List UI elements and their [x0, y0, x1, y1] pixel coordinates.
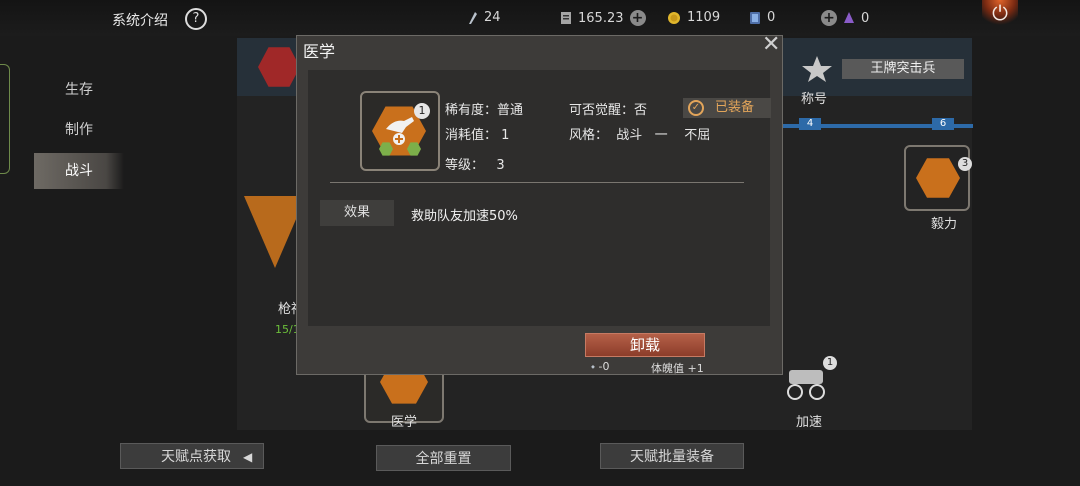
ticket-icon	[561, 12, 571, 24]
divider	[330, 182, 744, 183]
bullet-icon: ⬩	[591, 360, 595, 373]
effect-text: 救助队友加速50%	[411, 209, 518, 224]
willpower-level: 3	[958, 157, 972, 171]
rarity-attr: 稀有度：普通	[445, 103, 524, 118]
item-frame: 1	[360, 91, 440, 171]
willpower-icon	[916, 158, 960, 198]
talent-points-button[interactable]: 天赋点获取 ◀	[120, 443, 264, 469]
menu-bracket	[0, 64, 10, 174]
accelerate-node[interactable]: 1	[781, 356, 837, 406]
unload-button[interactable]: 卸载	[585, 333, 705, 357]
title-value[interactable]: 王牌突击兵	[842, 59, 964, 79]
ticket-resource: 165.23 +	[560, 10, 646, 26]
level-attr: 等级： 3	[445, 158, 505, 173]
accelerate-label: 加速	[796, 415, 823, 430]
willpower-node[interactable]: 3	[904, 145, 972, 211]
triangle-left-icon: ◀	[243, 450, 253, 464]
bullet-cost-value: -0	[598, 360, 610, 373]
crystal-icon	[844, 12, 854, 23]
willpower-label: 毅力	[931, 217, 958, 232]
bullet-cost: ⬩ -0	[591, 360, 609, 374]
system-intro-title[interactable]: 系统介绍	[112, 10, 168, 30]
crystal-count: 0	[861, 10, 870, 26]
cost-attr: 消耗值： 1	[445, 128, 510, 143]
crystal-resource: + 0	[821, 10, 869, 26]
menu-item-survival[interactable]: 生存	[34, 72, 124, 108]
batch-equip-button[interactable]: 天赋批量装备	[600, 443, 744, 469]
menu-item-crafting[interactable]: 制作	[34, 112, 124, 148]
modal-title: 医学	[303, 42, 336, 61]
tier-badge: 4	[799, 118, 821, 130]
gold-count: 1109	[687, 10, 721, 25]
card-resource: 0	[749, 10, 775, 25]
card-icon	[750, 11, 760, 24]
bullet-resource: 24	[466, 10, 501, 25]
gold-coin-icon	[668, 11, 680, 24]
talent-points-label: 天赋点获取	[161, 449, 231, 465]
check-icon: ✓	[688, 100, 704, 116]
accelerate-level: 1	[823, 356, 837, 370]
menu-item-combat[interactable]: 战斗	[34, 153, 124, 189]
card-count: 0	[767, 10, 776, 25]
help-icon[interactable]: ?	[185, 8, 207, 30]
tier-badge: 6	[932, 118, 954, 130]
reset-all-button[interactable]: 全部重置	[376, 445, 511, 471]
stamina-cost: 体魄值 +1	[651, 362, 704, 375]
medicine-node-label: 医学	[391, 415, 418, 430]
close-icon[interactable]: ✕	[762, 34, 780, 56]
add-ticket-button[interactable]: +	[629, 10, 646, 26]
add-crystal-button[interactable]: +	[821, 10, 837, 26]
title-label: 称号	[801, 92, 828, 107]
power-icon[interactable]: ⏻	[982, 0, 1018, 28]
bullet-count: 24	[484, 10, 501, 25]
item-level-badge: 1	[414, 103, 430, 119]
style-attr: 风格： 战斗 一 不屈	[569, 128, 711, 143]
ticket-count: 165.23	[578, 10, 624, 26]
bullet-icon	[469, 11, 477, 24]
gold-resource: 1109	[667, 10, 720, 25]
title-badge-icon[interactable]	[800, 54, 834, 84]
awaken-attr: 可否觉醒：否	[569, 103, 648, 118]
effect-label: 效果	[320, 200, 394, 226]
